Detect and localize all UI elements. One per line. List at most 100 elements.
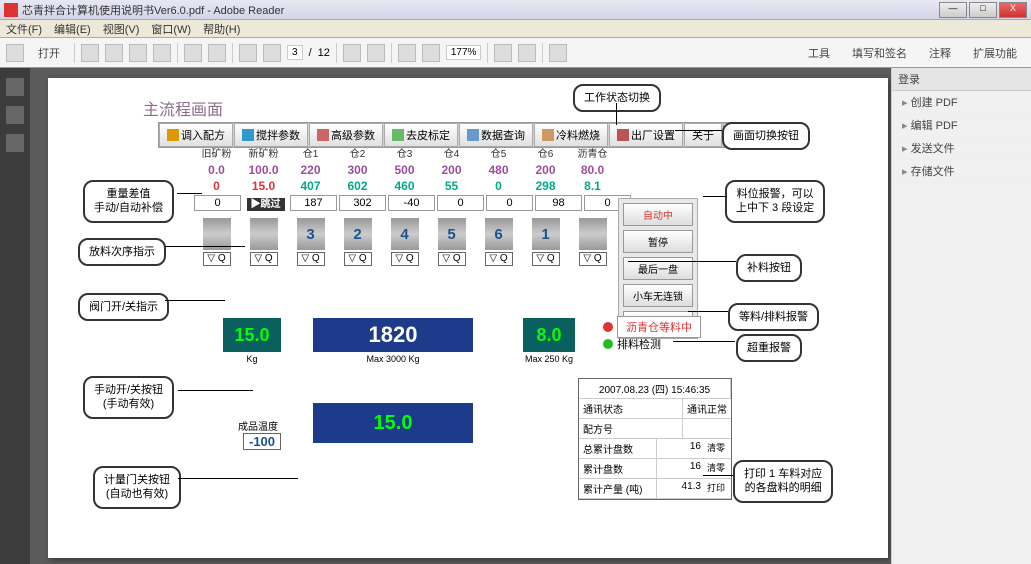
- titlebar: 芯青拌合计算机使用说明书Ver6.0.pdf - Adobe Reader — …: [0, 0, 1031, 20]
- menubar: 文件(F) 编辑(E) 视图(V) 窗口(W) 帮助(H): [0, 20, 1031, 38]
- callout-status: 工作状态切换: [573, 84, 661, 112]
- valve-button: ▽ Q: [485, 252, 513, 266]
- next-page-icon[interactable]: [263, 44, 281, 62]
- tool-icon[interactable]: [153, 44, 171, 62]
- attachment-icon[interactable]: [6, 134, 24, 152]
- extend-button[interactable]: 扩展功能: [965, 43, 1025, 63]
- send-file[interactable]: 发送文件: [892, 137, 1031, 160]
- valve-button: ▽ Q: [438, 252, 466, 266]
- callout-screen: 画面切换按钮: [722, 122, 810, 150]
- about-button: 关于: [684, 123, 722, 147]
- thumbnail-icon[interactable]: [6, 78, 24, 96]
- bin-header: 仓1: [287, 143, 334, 162]
- right-panel: 登录 创建 PDF 编辑 PDF 发送文件 存储文件: [891, 68, 1031, 564]
- menu-window[interactable]: 窗口(W): [151, 21, 191, 37]
- bin-header: 仓4: [428, 143, 475, 162]
- tool-icon[interactable]: [518, 44, 536, 62]
- page-current[interactable]: 3: [287, 45, 303, 60]
- menu-view[interactable]: 视图(V): [103, 21, 140, 37]
- callout-supply: 补料按钮: [736, 254, 802, 282]
- pdf-page: 主流程画面 调入配方 搅拌参数 高级参数 去皮标定 数据查询 冷料燃烧 出厂设置…: [48, 78, 888, 558]
- hopper: ▽ Q: [193, 218, 240, 266]
- callout-order: 放料次序指示: [78, 238, 166, 266]
- nav-panel: [0, 68, 30, 564]
- minimize-button[interactable]: —: [939, 2, 967, 18]
- print-icon[interactable]: [184, 44, 202, 62]
- bin-header: 仓3: [381, 143, 428, 162]
- product-temp-label: 成品温度: [238, 418, 278, 433]
- info-row: 通讯状态通讯正常: [579, 399, 731, 419]
- signin-label[interactable]: 登录: [898, 71, 920, 87]
- info-row: 累计盘数16清零: [579, 459, 731, 479]
- bin-header: 新矿粉: [240, 143, 287, 162]
- scale-3-label: Max 250 Kg: [523, 354, 575, 364]
- email-icon[interactable]: [208, 44, 226, 62]
- hopper: 5▽ Q: [428, 218, 475, 266]
- zoom-level[interactable]: 177%: [446, 45, 482, 60]
- callout-manual: 手动开/关按钮 (手动有效): [83, 376, 174, 419]
- valve-button: ▽ Q: [579, 252, 607, 266]
- product-temp-value: -100: [243, 433, 281, 450]
- hopper: 2▽ Q: [334, 218, 381, 266]
- bin-table: 旧矿粉新矿粉仓1仓2仓3仓4仓5仓6沥青仓 0.0100.02203005002…: [193, 143, 632, 212]
- valve-button: ▽ Q: [203, 252, 231, 266]
- tool-icon[interactable]: [105, 44, 123, 62]
- maximize-button[interactable]: □: [969, 2, 997, 18]
- open-icon[interactable]: [6, 44, 24, 62]
- comment-button[interactable]: 注释: [921, 43, 959, 63]
- tool-icon[interactable]: [549, 44, 567, 62]
- menu-file[interactable]: 文件(F): [6, 21, 42, 37]
- scale-1-unit: Kg: [223, 354, 281, 364]
- hopper: 6▽ Q: [475, 218, 522, 266]
- valve-button: ▽ Q: [532, 252, 560, 266]
- callout-valve: 阀门开/关指示: [78, 293, 169, 321]
- tool-icon[interactable]: [81, 44, 99, 62]
- scale-main: 1820: [313, 318, 473, 352]
- callout-weight: 重量差值 手动/自动补偿: [83, 180, 174, 223]
- discharge-check: 排料检测: [603, 336, 661, 352]
- zoom-in-icon[interactable]: [422, 44, 440, 62]
- edit-pdf[interactable]: 编辑 PDF: [892, 114, 1031, 137]
- create-pdf[interactable]: 创建 PDF: [892, 91, 1031, 114]
- close-button[interactable]: X: [999, 2, 1027, 18]
- hand-icon[interactable]: [367, 44, 385, 62]
- valve-button: ▽ Q: [250, 252, 278, 266]
- select-icon[interactable]: [343, 44, 361, 62]
- info-row: 配方号: [579, 419, 731, 439]
- bin-header: 仓5: [475, 143, 522, 162]
- store-file[interactable]: 存储文件: [892, 160, 1031, 183]
- toolbar: 打开 3 / 12 177% 工具 填写和签名 注释 扩展功能: [0, 38, 1031, 68]
- valve-button: ▽ Q: [297, 252, 325, 266]
- info-row: 总累计盘数16清零: [579, 439, 731, 459]
- open-button[interactable]: 打开: [30, 43, 68, 63]
- hopper: 4▽ Q: [381, 218, 428, 266]
- page-total: 12: [318, 47, 330, 59]
- scale-3: 8.0: [523, 318, 575, 352]
- callout-wait: 等料/排料报警: [728, 303, 819, 331]
- bin-header: 沥青仓: [569, 143, 616, 162]
- bookmark-icon[interactable]: [6, 106, 24, 124]
- timestamp: 2007.08.23 (四) 15:46:35: [579, 379, 731, 398]
- scale-main-label: Max 3000 Kg: [313, 354, 473, 364]
- menu-edit[interactable]: 编辑(E): [54, 21, 91, 37]
- tools-button[interactable]: 工具: [800, 43, 838, 63]
- prev-page-icon[interactable]: [239, 44, 257, 62]
- info-table: 2007.08.23 (四) 15:46:35 通讯状态通讯正常配方号总累计盘数…: [578, 378, 732, 500]
- pause-button: 暂停: [623, 230, 693, 253]
- document-area[interactable]: 主流程画面 调入配方 搅拌参数 高级参数 去皮标定 数据查询 冷料燃烧 出厂设置…: [30, 68, 891, 564]
- sign-button[interactable]: 填写和签名: [844, 43, 915, 63]
- no-interlock-button: 小车无连锁: [623, 284, 693, 307]
- bin-header: 仓6: [522, 143, 569, 162]
- zoom-out-icon[interactable]: [398, 44, 416, 62]
- tool-icon[interactable]: [129, 44, 147, 62]
- page-title: 主流程画面: [143, 96, 223, 120]
- bin-header: 仓2: [334, 143, 381, 162]
- hopper: ▽ Q: [569, 218, 616, 266]
- tool-icon[interactable]: [494, 44, 512, 62]
- scale-1: 15.0: [223, 318, 281, 352]
- app-icon: [4, 3, 18, 17]
- callout-overload: 超重报警: [736, 334, 802, 362]
- hopper: ▽ Q: [240, 218, 287, 266]
- valve-button: ▽ Q: [344, 252, 372, 266]
- menu-help[interactable]: 帮助(H): [203, 21, 240, 37]
